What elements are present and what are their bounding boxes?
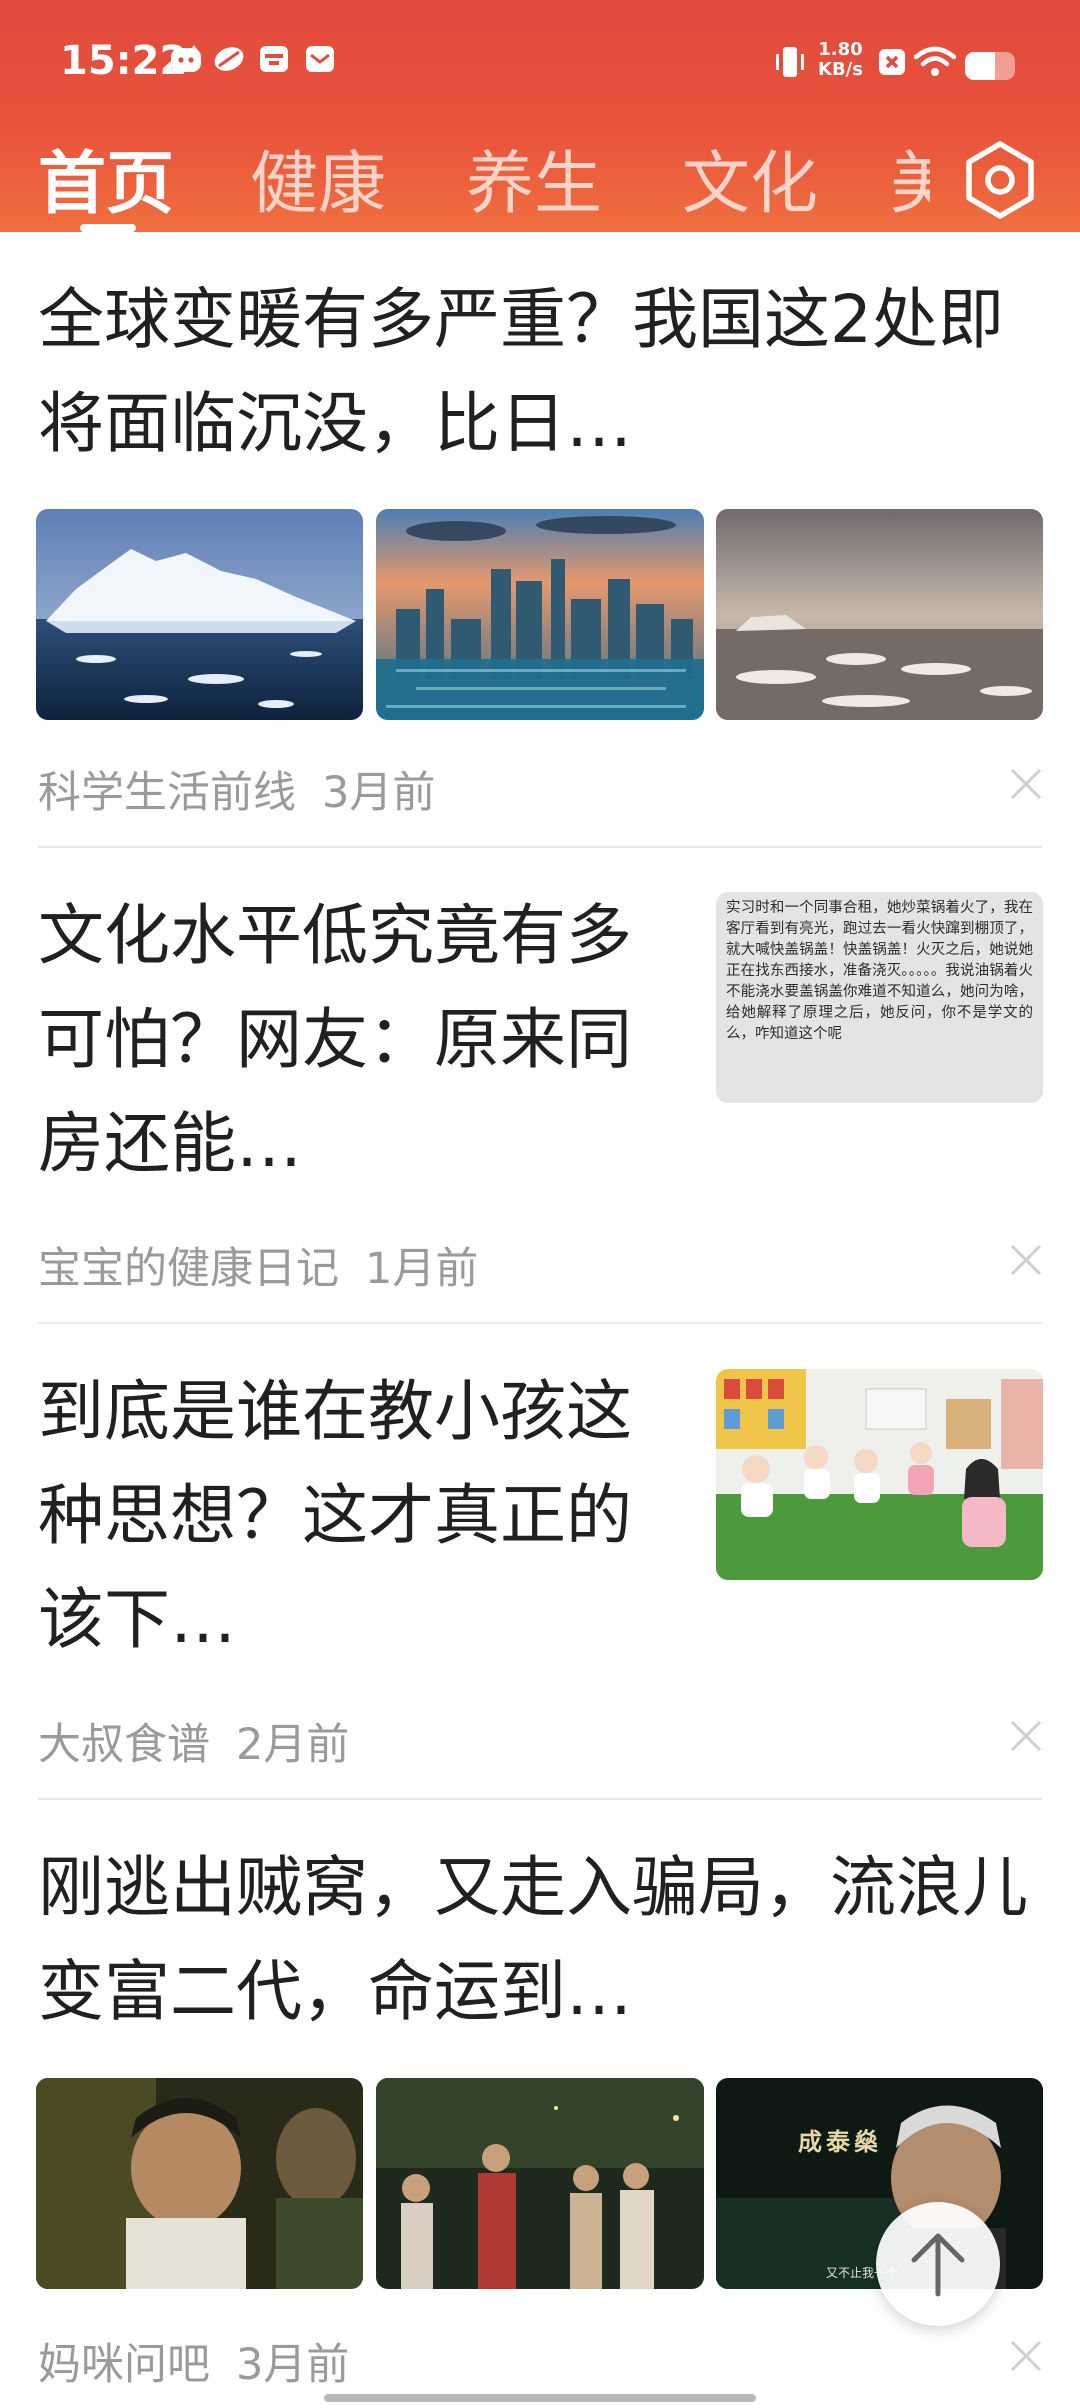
- caption-name: 成泰燊: [798, 2128, 882, 2156]
- article-meta: 宝宝的健康日记 1月前: [38, 1234, 478, 1296]
- vibrate-icon: [776, 47, 804, 77]
- dismiss-icon[interactable]: [1006, 1240, 1046, 1280]
- article-meta: 大叔食谱 2月前: [38, 1710, 349, 1772]
- app-header: 15:22 1.80 KB/s 首页 健康 养生 文化 美: [0, 0, 1080, 232]
- status-time: 15:22: [60, 38, 188, 84]
- flooded-city-image[interactable]: [376, 509, 704, 720]
- article-title[interactable]: 全球变暖有多严重？我国这2处即将面临沉没，比日…: [38, 268, 1048, 476]
- children-classroom-image[interactable]: [716, 1369, 1043, 1580]
- article-time: 3月前: [322, 768, 436, 818]
- status-bar: 15:22 1.80 KB/s: [0, 0, 1080, 120]
- article-source[interactable]: 妈咪问吧: [38, 2340, 210, 2390]
- iceberg-image[interactable]: [36, 509, 363, 720]
- movie-still-crying[interactable]: [36, 2078, 363, 2289]
- battery-icon: [965, 52, 1015, 80]
- tab-food[interactable]: 美: [890, 128, 930, 218]
- article-source[interactable]: 大叔食谱: [38, 1720, 210, 1770]
- wifi-icon: [914, 46, 956, 76]
- article-title[interactable]: 到底是谁在教小孩这种思想？这才真正的该下…: [38, 1360, 658, 1672]
- article-title[interactable]: 刚逃出贼窝，又走入骗局，流浪儿变富二代，命运到…: [38, 1836, 1048, 2044]
- tab-culture[interactable]: 文化: [682, 128, 818, 227]
- text-screenshot-image[interactable]: 实习时和一个同事合租，她炒菜锅着火了，我在客厅看到有亮光，跑过去一看火快蹿到棚顶…: [716, 892, 1043, 1103]
- network-speed-unit: KB/s: [818, 59, 863, 80]
- article-source[interactable]: 科学生活前线: [38, 768, 296, 818]
- calendar-icon: [260, 46, 288, 72]
- active-tab-indicator: [80, 224, 136, 232]
- article-time: 1月前: [365, 1244, 479, 1294]
- network-speed-value: 1.80: [818, 39, 863, 60]
- settings-icon[interactable]: [960, 140, 1040, 220]
- category-tabs: 首页 健康 养生 文化 美: [0, 120, 1080, 232]
- dismiss-icon[interactable]: [1006, 1716, 1046, 1756]
- article-title[interactable]: 文化水平低究竟有多可怕？网友：原来同房还能…: [38, 884, 658, 1196]
- article-time: 2月前: [236, 1720, 350, 1770]
- leaf-icon: [214, 47, 244, 71]
- tab-health[interactable]: 健康: [250, 128, 386, 227]
- divider: [38, 846, 1042, 848]
- cat-icon: [171, 45, 201, 72]
- article-source[interactable]: 宝宝的健康日记: [38, 1244, 339, 1294]
- article-meta: 妈咪问吧 3月前: [38, 2330, 349, 2392]
- dismiss-icon[interactable]: [1006, 764, 1046, 804]
- no-sim-icon: [879, 49, 905, 75]
- article-meta: 科学生活前线 3月前: [38, 758, 435, 820]
- divider: [38, 1798, 1042, 1800]
- melting-ice-image[interactable]: [716, 509, 1043, 720]
- battery-level: [965, 52, 995, 80]
- tab-home[interactable]: 首页: [38, 128, 174, 227]
- dismiss-icon[interactable]: [1006, 2336, 1046, 2376]
- network-speed: 1.80 KB/s: [818, 40, 863, 80]
- scroll-to-top-button[interactable]: [876, 2202, 1000, 2326]
- envelope-icon: [306, 46, 334, 72]
- tab-more-clip: 美: [890, 128, 930, 218]
- movie-still-night-group[interactable]: [376, 2078, 704, 2289]
- tab-wellness[interactable]: 养生: [466, 128, 602, 227]
- divider: [38, 1322, 1042, 1324]
- arrow-up-icon: [911, 2233, 965, 2297]
- article-time: 3月前: [236, 2340, 350, 2390]
- home-indicator[interactable]: [324, 2394, 756, 2402]
